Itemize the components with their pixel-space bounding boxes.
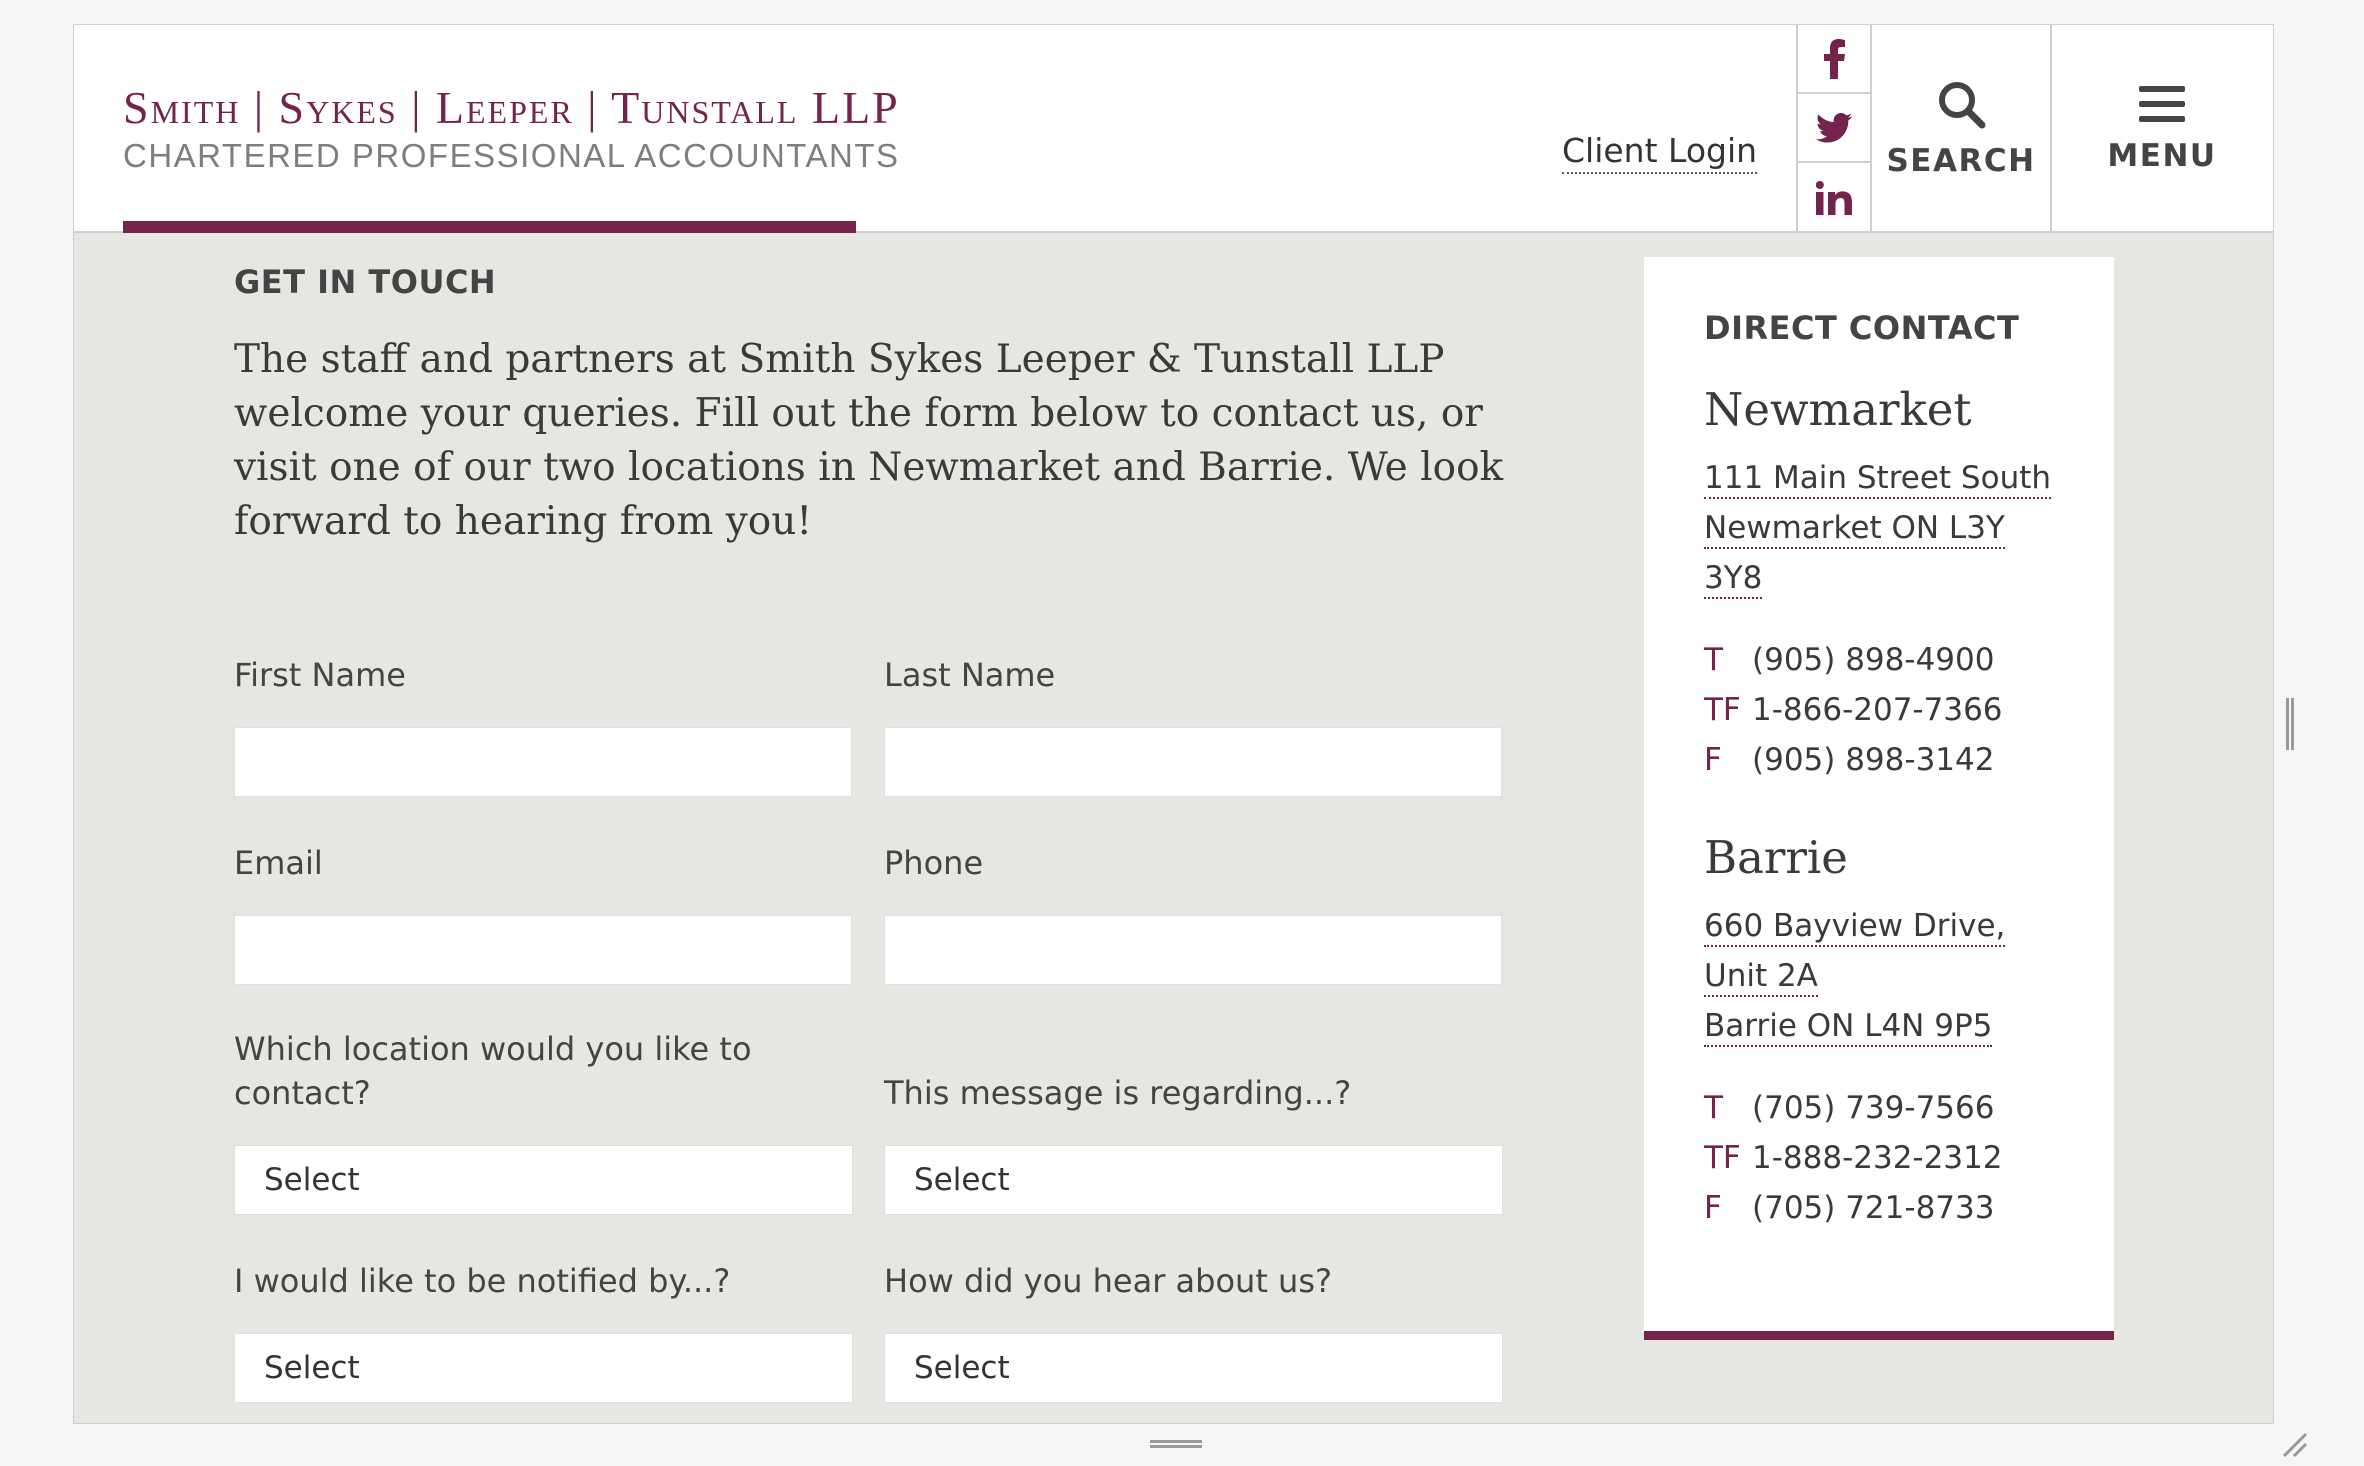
phone-row[interactable]: T (705) 739-7566: [1704, 1083, 2003, 1133]
logo-underline: [123, 221, 856, 233]
address-line: 111 Main Street South: [1704, 460, 2052, 499]
search-label: SEARCH: [1886, 143, 2036, 179]
site-logo[interactable]: Smith | Sykes | Leeper | Tunstall LLP CH…: [123, 82, 900, 174]
sidebar-accent-bar: [1644, 1331, 2114, 1340]
twitter-link[interactable]: [1798, 94, 1870, 163]
phones-barrie: T (705) 739-7566 TF 1-888-232-2312 F (70…: [1704, 1083, 2003, 1233]
twitter-icon: [1816, 112, 1852, 142]
linkedin-icon: [1816, 180, 1852, 215]
hear-about-label: How did you hear about us?: [884, 1262, 1332, 1300]
search-button[interactable]: SEARCH: [1872, 25, 2052, 233]
direct-contact-heading: DIRECT CONTACT: [1704, 309, 2020, 347]
regarding-select[interactable]: Select: [884, 1145, 1503, 1215]
phone-number: 1-888-232-2312: [1752, 1140, 2003, 1176]
phone-code: F: [1704, 1190, 1722, 1226]
phone-code: T: [1704, 642, 1723, 678]
linkedin-link[interactable]: [1798, 163, 1870, 232]
address-line: Unit 2A: [1704, 958, 1818, 997]
horizontal-resize-handle[interactable]: [1150, 1440, 1202, 1448]
location-select-value: Select: [264, 1162, 360, 1198]
phone-code: F: [1704, 742, 1722, 778]
phone-row[interactable]: TF 1-866-207-7366: [1704, 685, 2003, 735]
notified-select-value: Select: [264, 1350, 360, 1386]
email-input[interactable]: [234, 915, 852, 985]
last-name-input[interactable]: [884, 727, 1502, 797]
direct-contact-panel: DIRECT CONTACT Newmarket 111 Main Street…: [1644, 257, 2114, 1331]
phone-number: (905) 898-3142: [1752, 742, 1995, 778]
phone-label: Phone: [884, 844, 984, 882]
menu-button[interactable]: MENU: [2052, 25, 2272, 233]
regarding-select-value: Select: [914, 1162, 1010, 1198]
hear-about-select-value: Select: [914, 1350, 1010, 1386]
email-label: Email: [234, 844, 323, 882]
phone-number: 1-866-207-7366: [1752, 692, 2003, 728]
section-heading: GET IN TOUCH: [234, 263, 497, 301]
search-icon: [1939, 82, 1986, 129]
address-line: Newmarket ON L3Y: [1704, 510, 2005, 549]
intro-paragraph: The staff and partners at Smith Sykes Le…: [234, 337, 1504, 544]
phone-input[interactable]: [884, 915, 1502, 985]
phone-row[interactable]: TF 1-888-232-2312: [1704, 1133, 2003, 1183]
first-name-label: First Name: [234, 656, 406, 694]
location-label: Which location would you like to contact…: [234, 1030, 752, 1112]
hamburger-icon: [2139, 86, 2185, 122]
menu-label: MENU: [2107, 138, 2217, 174]
phone-code: TF: [1704, 1140, 1741, 1176]
page-frame: Smith | Sykes | Leeper | Tunstall LLP CH…: [73, 24, 2274, 1424]
client-login-link[interactable]: Client Login: [1562, 131, 1758, 174]
notified-select[interactable]: Select: [234, 1333, 853, 1403]
vertical-resize-handle[interactable]: [2286, 698, 2294, 750]
address-line: Barrie ON L4N 9P5: [1704, 1008, 1993, 1047]
phone-row[interactable]: F (905) 898-3142: [1704, 735, 2003, 785]
main-content: GET IN TOUCH The staff and partners at S…: [74, 233, 2273, 1423]
phone-number: (705) 739-7566: [1752, 1090, 1995, 1126]
address-newmarket[interactable]: 111 Main Street South Newmarket ON L3Y 3…: [1704, 453, 2084, 603]
notified-label: I would like to be notified by...?: [234, 1262, 731, 1300]
social-links: [1796, 25, 1872, 233]
phone-number: (705) 721-8733: [1752, 1190, 1995, 1226]
phone-row[interactable]: T (905) 898-4900: [1704, 635, 2003, 685]
phone-code: TF: [1704, 692, 1741, 728]
address-line: 3Y8: [1704, 560, 1763, 599]
location-title-barrie: Barrie: [1704, 831, 1848, 884]
facebook-icon: [1824, 38, 1845, 79]
first-name-input[interactable]: [234, 727, 852, 797]
facebook-link[interactable]: [1798, 25, 1870, 94]
site-header: Smith | Sykes | Leeper | Tunstall LLP CH…: [74, 25, 2273, 233]
address-barrie[interactable]: 660 Bayview Drive, Unit 2A Barrie ON L4N…: [1704, 901, 2084, 1051]
address-line: 660 Bayview Drive,: [1704, 908, 2006, 947]
phone-code: T: [1704, 1090, 1723, 1126]
logo-tagline: CHARTERED PROFESSIONAL ACCOUNTANTS: [123, 137, 900, 174]
location-title-newmarket: Newmarket: [1704, 383, 1972, 436]
phones-newmarket: T (905) 898-4900 TF 1-866-207-7366 F (90…: [1704, 635, 2003, 785]
location-select[interactable]: Select: [234, 1145, 853, 1215]
phone-row[interactable]: F (705) 721-8733: [1704, 1183, 2003, 1233]
resize-corner-icon[interactable]: [2280, 1430, 2308, 1458]
phone-number: (905) 898-4900: [1752, 642, 1995, 678]
hear-about-select[interactable]: Select: [884, 1333, 1503, 1403]
regarding-label: This message is regarding...?: [884, 1074, 1352, 1112]
logo-firm-name: Smith | Sykes | Leeper | Tunstall LLP: [123, 82, 900, 133]
last-name-label: Last Name: [884, 656, 1056, 694]
